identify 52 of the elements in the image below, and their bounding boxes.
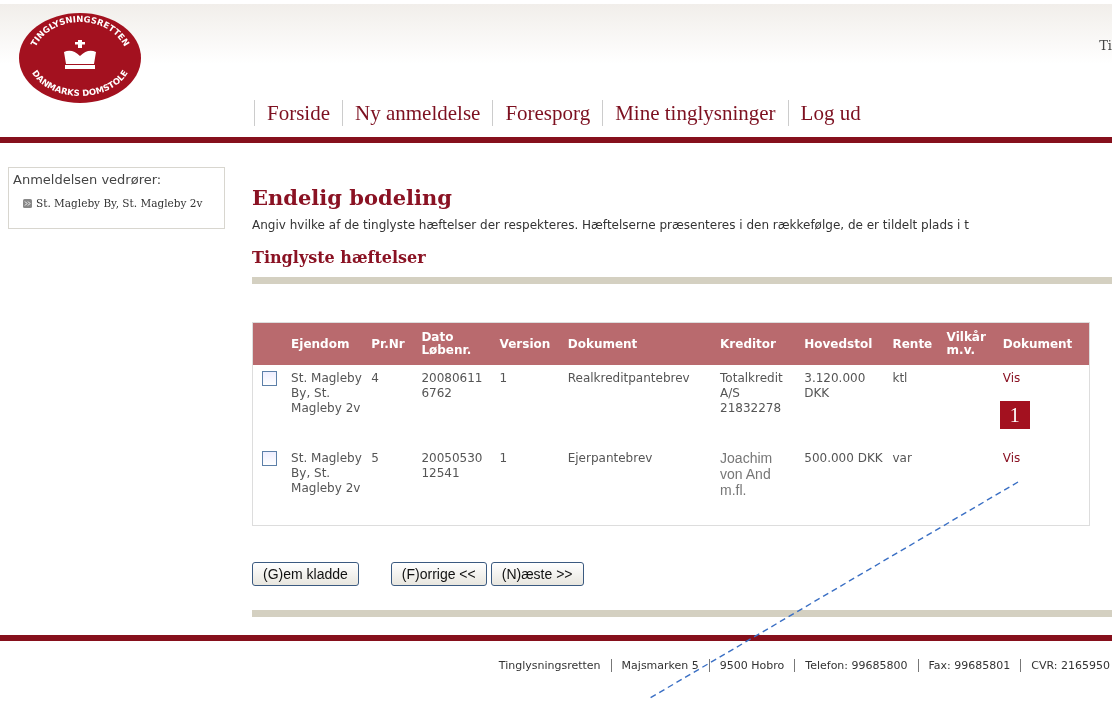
column-header: Hovedstol [801, 323, 890, 365]
column-header: Rente [889, 323, 944, 365]
callout-badge: 1 [999, 401, 1030, 429]
column-header: Ejendom [288, 323, 369, 365]
table-cell: ktl [892, 371, 908, 385]
footer-text: CVR: 2165950 [1031, 659, 1110, 672]
footer-text: 9500 Hobro [719, 659, 785, 672]
column-header: Dokument [564, 323, 718, 365]
footer-text: Majsmarken 5 [621, 659, 699, 672]
table-cell: 3.120.000 DKK [804, 371, 866, 400]
column-header: Pr.Nr [368, 323, 419, 365]
column-header: Dato Løbenr. [418, 323, 497, 365]
table-cell: Realkreditpantebrev [567, 371, 690, 385]
footer-text: Fax: 99685801 [928, 659, 1011, 672]
nav-link[interactable]: Ny anmeldelse [342, 100, 493, 126]
sidebar-label: Anmeldelsen vedrører: [13, 172, 163, 187]
column-header: Dokument [999, 323, 1089, 365]
form-button[interactable]: (N)æste >> [490, 562, 584, 586]
form-button[interactable]: (F)orrige << [390, 562, 487, 586]
table-cell: Totalkredit A/S 21832278 [720, 371, 783, 415]
view-link[interactable]: Vis [1002, 371, 1021, 385]
table-cell: 1 [499, 451, 508, 465]
description-text: Angiv hvilke af de tinglyste hæftelser der respekteres. Hæftelserne præsenteres i den rækkefølge, de er tildelt plads i t [252, 218, 970, 232]
table-cell: 500.000 DKK [804, 451, 883, 465]
header-text: Ti [1099, 38, 1112, 53]
footer-text: Telefon: 99685800 [805, 659, 908, 672]
double-chevron-icon [23, 198, 32, 208]
table-cell: St. Magleby By, St. Magleby 2v [291, 451, 362, 495]
column-header: Version [496, 323, 565, 365]
table-cell: St. Magleby By, St. Magleby 2v [291, 371, 362, 415]
table-cell: Joachim von And m.fl. [720, 450, 773, 498]
column-header: Kreditor [717, 323, 802, 365]
nav-link[interactable]: Foresporg [492, 100, 603, 126]
nav-link[interactable]: Log ud [787, 100, 873, 126]
form-button[interactable]: (G)em kladde [252, 562, 359, 586]
table-cell: 4 [371, 371, 379, 385]
sidebar-item[interactable]: St. Magleby By, St. Magleby 2v [36, 197, 203, 209]
table-cell: 1 [499, 371, 508, 385]
table-cell: 5 [371, 451, 379, 465]
view-link[interactable]: Vis [1002, 451, 1021, 465]
table-cell: var [892, 451, 912, 465]
table-cell: Ejerpantebrev [567, 451, 653, 465]
nav-link[interactable]: Mine tinglysninger [602, 100, 788, 126]
footer-text: Tinglysningsretten [498, 659, 601, 672]
section-title: Tinglyste hæftelser [252, 248, 427, 267]
table-cell: 20050530 12541 [421, 451, 483, 480]
page-title: Endelig bodeling [252, 185, 453, 210]
row-checkbox[interactable] [262, 371, 277, 386]
table-cell: 20080611 6762 [421, 371, 483, 400]
row-checkbox[interactable] [262, 451, 277, 466]
column-header: Vilkår m.v. [943, 323, 1000, 365]
nav-link[interactable]: Forside [254, 100, 342, 126]
